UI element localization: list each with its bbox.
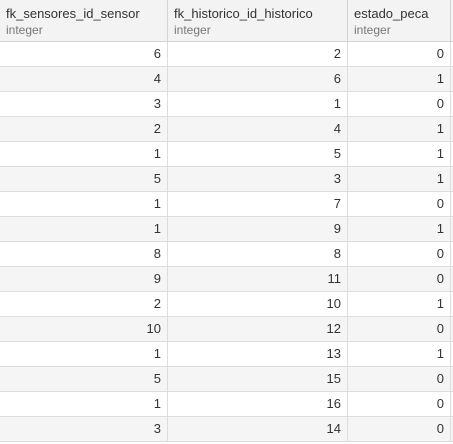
table-cell[interactable]: 1 (0, 192, 168, 216)
table-row[interactable]: 461 (0, 67, 453, 92)
table-row[interactable]: 170 (0, 192, 453, 217)
table-row[interactable]: 151 (0, 142, 453, 167)
grid-body: 6 2 0 4 6 1 3 1 0 2 4 1 1 5 1 5 3 1 1 7 0 1 9 1 8 8 0 9 11 0 2 10 1 10 12 0… (0, 42, 453, 442)
column-header-fk-historico-id-historico[interactable]: fk_historico_id_historico integer (168, 0, 348, 41)
table-row[interactable]: 5 15 0 (0, 367, 453, 392)
table-cell[interactable]: 5 (168, 142, 348, 166)
table-cell[interactable]: 1 (348, 217, 451, 241)
table-cell[interactable]: 8 (168, 242, 348, 266)
table-cell[interactable]: 0 (348, 192, 451, 216)
table-cell[interactable]: 0 (348, 317, 451, 341)
table-cell[interactable]: 1 (348, 67, 451, 91)
table-cell[interactable]: 0 (348, 367, 451, 391)
table-row[interactable]: 191 (0, 217, 453, 242)
table-cell[interactable]: 3 (0, 92, 168, 116)
table-cell[interactable]: 7 (168, 192, 348, 216)
table-row[interactable]: 1 16 0 (0, 392, 453, 417)
table-cell[interactable]: 3 (0, 417, 168, 441)
table-row[interactable]: 310 (0, 92, 453, 117)
table-cell[interactable]: 13 (168, 342, 348, 366)
table-cell[interactable]: 0 (348, 242, 451, 266)
table-cell[interactable]: 1 (0, 392, 168, 416)
table-cell[interactable]: 0 (348, 392, 451, 416)
table-row[interactable]: 1 13 1 (0, 342, 453, 367)
table-row[interactable]: 241 (0, 117, 453, 142)
table-row[interactable]: 880 (0, 242, 453, 267)
table-row[interactable]: 2 10 1 (0, 292, 453, 317)
table-cell[interactable]: 1 (0, 342, 168, 366)
table-cell[interactable]: 4 (0, 67, 168, 91)
table-cell[interactable]: 8 (0, 242, 168, 266)
table-cell[interactable]: 0 (348, 417, 451, 441)
table-cell[interactable]: 9 (0, 267, 168, 291)
table-cell[interactable]: 1 (348, 117, 451, 141)
table-cell[interactable]: 0 (348, 42, 451, 66)
table-cell[interactable]: 1 (348, 292, 451, 316)
table-cell[interactable]: 1 (168, 92, 348, 116)
table-cell[interactable]: 0 (348, 92, 451, 116)
table-cell[interactable]: 9 (168, 217, 348, 241)
grid-header: fk_sensores_id_sensor integer fk_histori… (0, 0, 453, 42)
table-cell[interactable]: 14 (168, 417, 348, 441)
table-row[interactable]: 531 (0, 167, 453, 192)
table-cell[interactable]: 1 (348, 342, 451, 366)
table-cell[interactable]: 0 (348, 267, 451, 291)
column-type: integer (6, 23, 43, 37)
table-cell[interactable]: 10 (0, 317, 168, 341)
column-type: integer (174, 23, 211, 37)
table-cell[interactable]: 1 (348, 142, 451, 166)
column-name: fk_sensores_id_sensor (6, 6, 140, 21)
table-cell[interactable]: 6 (0, 42, 168, 66)
column-header-fk-sensores-id-sensor[interactable]: fk_sensores_id_sensor integer (0, 0, 168, 41)
table-row[interactable]: 9 11 0 (0, 267, 453, 292)
column-header-estado-peca[interactable]: estado_peca integer (348, 0, 451, 41)
table-cell[interactable]: 5 (0, 167, 168, 191)
table-cell[interactable]: 16 (168, 392, 348, 416)
table-cell[interactable]: 3 (168, 167, 348, 191)
table-cell[interactable]: 1 (0, 217, 168, 241)
table-cell[interactable]: 11 (168, 267, 348, 291)
data-grid: fk_sensores_id_sensor integer fk_histori… (0, 0, 453, 442)
column-name: fk_historico_id_historico (174, 6, 313, 21)
table-cell[interactable]: 2 (168, 42, 348, 66)
table-cell[interactable]: 6 (168, 67, 348, 91)
table-row[interactable]: 10 12 0 (0, 317, 453, 342)
table-cell[interactable]: 15 (168, 367, 348, 391)
table-row[interactable]: 3 14 0 (0, 417, 453, 442)
column-type: integer (354, 23, 391, 37)
table-cell[interactable]: 4 (168, 117, 348, 141)
column-name: estado_peca (354, 6, 429, 21)
table-cell[interactable]: 5 (0, 367, 168, 391)
table-cell[interactable]: 10 (168, 292, 348, 316)
table-cell[interactable]: 1 (348, 167, 451, 191)
table-cell[interactable]: 2 (0, 117, 168, 141)
table-row[interactable]: 620 (0, 42, 453, 67)
table-cell[interactable]: 12 (168, 317, 348, 341)
table-cell[interactable]: 2 (0, 292, 168, 316)
table-cell[interactable]: 1 (0, 142, 168, 166)
